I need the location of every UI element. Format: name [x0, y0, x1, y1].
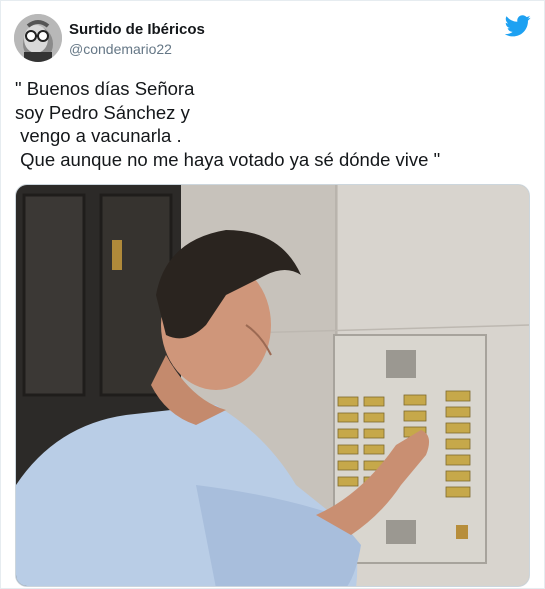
tweet-line: Que aunque no me haya votado ya sé dónde… — [15, 148, 441, 170]
tweet-media-photo[interactable] — [15, 184, 530, 587]
photo-man-pressing-intercom — [16, 185, 529, 586]
author-avatar[interactable] — [14, 14, 62, 62]
tweet-line: " Buenos días Señora — [15, 78, 195, 99]
tweet-card[interactable]: Surtido de Ibéricos @condemario22 " Buen… — [0, 0, 545, 589]
author-handle[interactable]: @condemario22 — [69, 41, 172, 57]
author-name[interactable]: Surtido de Ibéricos — [69, 21, 205, 38]
twitter-bird-icon[interactable] — [504, 15, 531, 37]
avatar-image — [14, 14, 62, 62]
tweet-line: soy Pedro Sánchez y — [15, 101, 190, 123]
tweet-line: vengo a vacunarla . — [15, 125, 182, 146]
tweet-text: " Buenos días Señora soy Pedro Sánchez y… — [15, 77, 530, 171]
